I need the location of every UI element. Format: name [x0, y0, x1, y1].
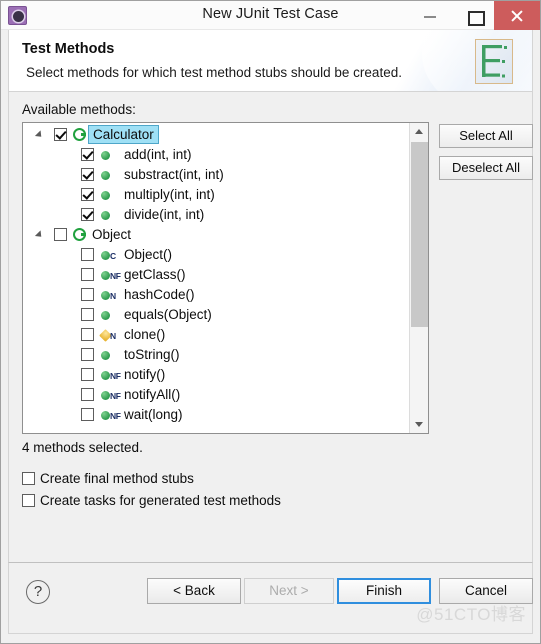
tree-row-checkbox[interactable] [81, 188, 94, 201]
option-create-tasks-label: Create tasks for generated test methods [40, 493, 281, 508]
tree-row-checkbox[interactable] [81, 328, 94, 341]
class-icon [73, 128, 86, 141]
tree-row-label: getClass() [124, 267, 186, 282]
modifier-badge: NF [110, 371, 121, 381]
scroll-up-icon[interactable] [410, 123, 428, 140]
tree-row-label: hashCode() [124, 287, 195, 302]
tree-row[interactable]: Nclone() [23, 325, 409, 345]
tree-row-label: divide(int, int) [124, 207, 205, 222]
maximize-button[interactable] [452, 1, 496, 30]
tree-row-label: Object [92, 227, 132, 242]
tree-row-label: add(int, int) [124, 147, 192, 162]
class-icon [73, 228, 86, 241]
tree-row-checkbox[interactable] [54, 128, 67, 141]
tree-row-label: substract(int, int) [124, 167, 224, 182]
tree-row-label: equals(Object) [124, 307, 212, 322]
tree-row[interactable]: NhashCode() [23, 285, 409, 305]
title-bar: New JUnit Test Case [1, 1, 540, 30]
public-method-icon [101, 391, 110, 400]
public-method-icon [101, 371, 110, 380]
tree-row[interactable]: equals(Object) [23, 305, 409, 325]
tree-row-label: Object() [124, 247, 173, 262]
deselect-all-button[interactable]: Deselect All [439, 156, 533, 180]
tree-row-label: notifyAll() [124, 387, 181, 402]
tree-row-checkbox[interactable] [81, 208, 94, 221]
checkbox-create-tasks[interactable] [22, 494, 35, 507]
expand-arrow-icon[interactable] [34, 130, 45, 140]
tree-row-checkbox[interactable] [81, 388, 94, 401]
public-method-icon [101, 171, 110, 180]
public-method-icon [101, 271, 110, 280]
dialog-window: New JUnit Test Case Test Methods Select … [0, 0, 541, 644]
tree-row[interactable]: divide(int, int) [23, 205, 409, 225]
tree-row[interactable]: toString() [23, 345, 409, 365]
tree-row-label: notify() [124, 367, 166, 382]
tree-row[interactable]: NF wait(long) [23, 405, 409, 425]
public-method-icon [101, 211, 110, 220]
tree-row-checkbox[interactable] [54, 228, 67, 241]
page-description: Select methods for which test method stu… [26, 65, 402, 80]
public-method-icon [101, 411, 110, 420]
select-all-button[interactable]: Select All [439, 124, 533, 148]
content-panel: Available methods: Calculator add(int, in… [8, 92, 533, 562]
tree-row-checkbox[interactable] [81, 288, 94, 301]
tree-row[interactable]: NF notify() [23, 365, 409, 385]
public-method-icon [101, 291, 110, 300]
modifier-badge: NF [110, 271, 121, 281]
public-method-icon [101, 251, 110, 260]
tree-row-label: Calculator [88, 125, 159, 144]
checkbox-final-stubs[interactable] [22, 472, 35, 485]
tree-row-checkbox[interactable] [81, 268, 94, 281]
tree-row[interactable]: NF notifyAll() [23, 385, 409, 405]
tree-row-checkbox[interactable] [81, 168, 94, 181]
minimize-button[interactable] [408, 1, 452, 30]
tree-row-checkbox[interactable] [81, 248, 94, 261]
close-button[interactable] [494, 1, 540, 30]
tree-row-checkbox[interactable] [81, 348, 94, 361]
available-methods-label: Available methods: [22, 102, 136, 117]
modifier-badge: NF [110, 391, 121, 401]
watermark: @51CTO博客 [416, 605, 526, 624]
back-button[interactable]: < Back [147, 578, 241, 604]
modifier-badge: C [110, 251, 116, 261]
expand-arrow-icon[interactable] [34, 230, 45, 240]
next-button: Next > [244, 578, 334, 604]
tree-row[interactable]: Object [23, 225, 409, 245]
tree-row-checkbox[interactable] [81, 368, 94, 381]
tree-row-checkbox[interactable] [81, 408, 94, 421]
modifier-badge: N [110, 291, 116, 301]
tree-row[interactable]: substract(int, int) [23, 165, 409, 185]
tree-row[interactable]: multiply(int, int) [23, 185, 409, 205]
tree-row-checkbox[interactable] [81, 148, 94, 161]
wizard-header: Test Methods Select methods for which te… [8, 30, 533, 92]
tree-row-label: wait(long) [124, 407, 183, 422]
tree-row[interactable]: add(int, int) [23, 145, 409, 165]
methods-tree[interactable]: Calculator add(int, int) substract(int, in… [22, 122, 429, 434]
tree-row-checkbox[interactable] [81, 308, 94, 321]
tree-scrollbar[interactable] [409, 123, 428, 433]
selection-status: 4 methods selected. [22, 440, 143, 455]
tree-row-label: clone() [124, 327, 166, 342]
page-title: Test Methods [22, 41, 115, 57]
junit-wizard-icon [475, 39, 513, 84]
scroll-down-icon[interactable] [410, 416, 428, 433]
tree-row-label: toString() [124, 347, 180, 362]
tree-row[interactable]: NF getClass() [23, 265, 409, 285]
tree-row-label: multiply(int, int) [124, 187, 215, 202]
tree-row[interactable]: C Object() [23, 245, 409, 265]
public-method-icon [101, 311, 110, 320]
modifier-badge: NF [110, 411, 121, 421]
tree-rows-container: Calculator add(int, int) substract(int, in… [23, 123, 409, 433]
help-icon[interactable]: ? [26, 580, 50, 604]
tree-row[interactable]: Calculator [23, 125, 409, 145]
scrollbar-thumb[interactable] [411, 142, 428, 327]
public-method-icon [101, 351, 110, 360]
modifier-badge: N [110, 331, 116, 341]
public-method-icon [101, 151, 110, 160]
public-method-icon [101, 191, 110, 200]
option-final-stubs-label: Create final method stubs [40, 471, 194, 486]
dialog-footer: ? < Back Next > Finish Cancel @51CTO博客 [8, 562, 533, 634]
